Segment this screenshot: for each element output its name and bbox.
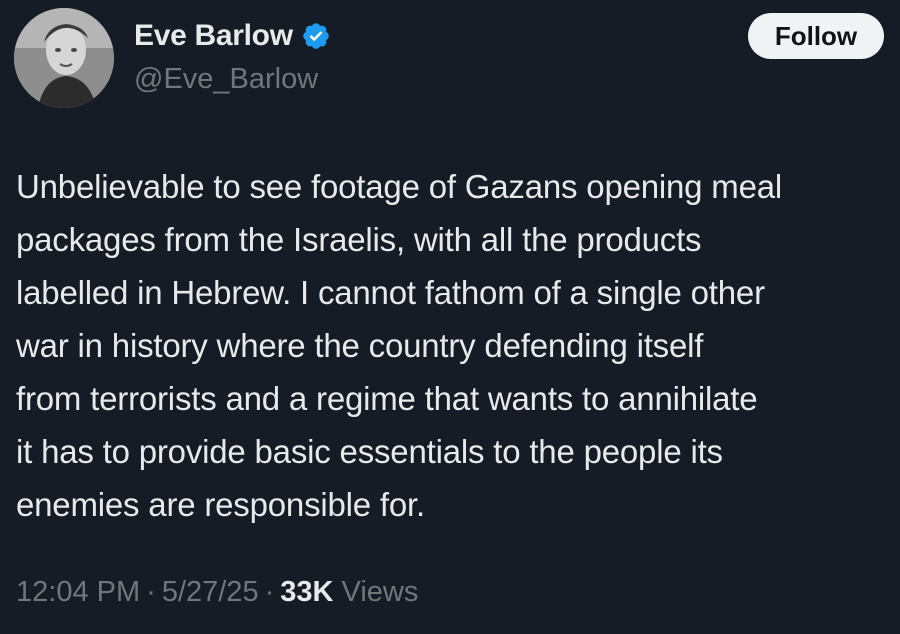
follow-button[interactable]: Follow <box>748 13 884 59</box>
tweet-text-line: it has to provide basic essentials to th… <box>16 433 723 470</box>
tweet-text-line: labelled in Hebrew. I cannot fathom of a… <box>16 274 765 311</box>
author-name-row: Eve Barlow <box>134 16 331 56</box>
views-label: Views <box>341 576 419 608</box>
tweet-text-line: Unbelievable to see footage of Gazans op… <box>16 168 783 205</box>
tweet-meta: 12:04 PM · 5/27/25 · 33K Views <box>16 572 418 612</box>
verified-badge-icon[interactable] <box>301 21 331 51</box>
tweet-text-line: enemies are responsible for. <box>16 486 425 523</box>
tweet-text-line: war in history where the country defendi… <box>16 327 704 364</box>
avatar-image <box>14 8 114 108</box>
meta-separator: · <box>146 576 156 608</box>
meta-separator: · <box>264 576 275 608</box>
tweet-date[interactable]: 5/27/25 <box>162 576 259 608</box>
tweet-time[interactable]: 12:04 PM <box>16 576 140 608</box>
avatar[interactable] <box>14 8 114 108</box>
views-count[interactable]: 33K <box>280 576 333 608</box>
tweet-text-line: from terrorists and a regime that wants … <box>16 380 758 417</box>
author-handle[interactable]: @Eve_Barlow <box>134 60 318 98</box>
tweet-text-line: packages from the Israelis, with all the… <box>16 221 702 258</box>
author-display-name[interactable]: Eve Barlow <box>134 16 293 56</box>
tweet-text: Unbelievable to see footage of Gazans op… <box>16 160 894 531</box>
